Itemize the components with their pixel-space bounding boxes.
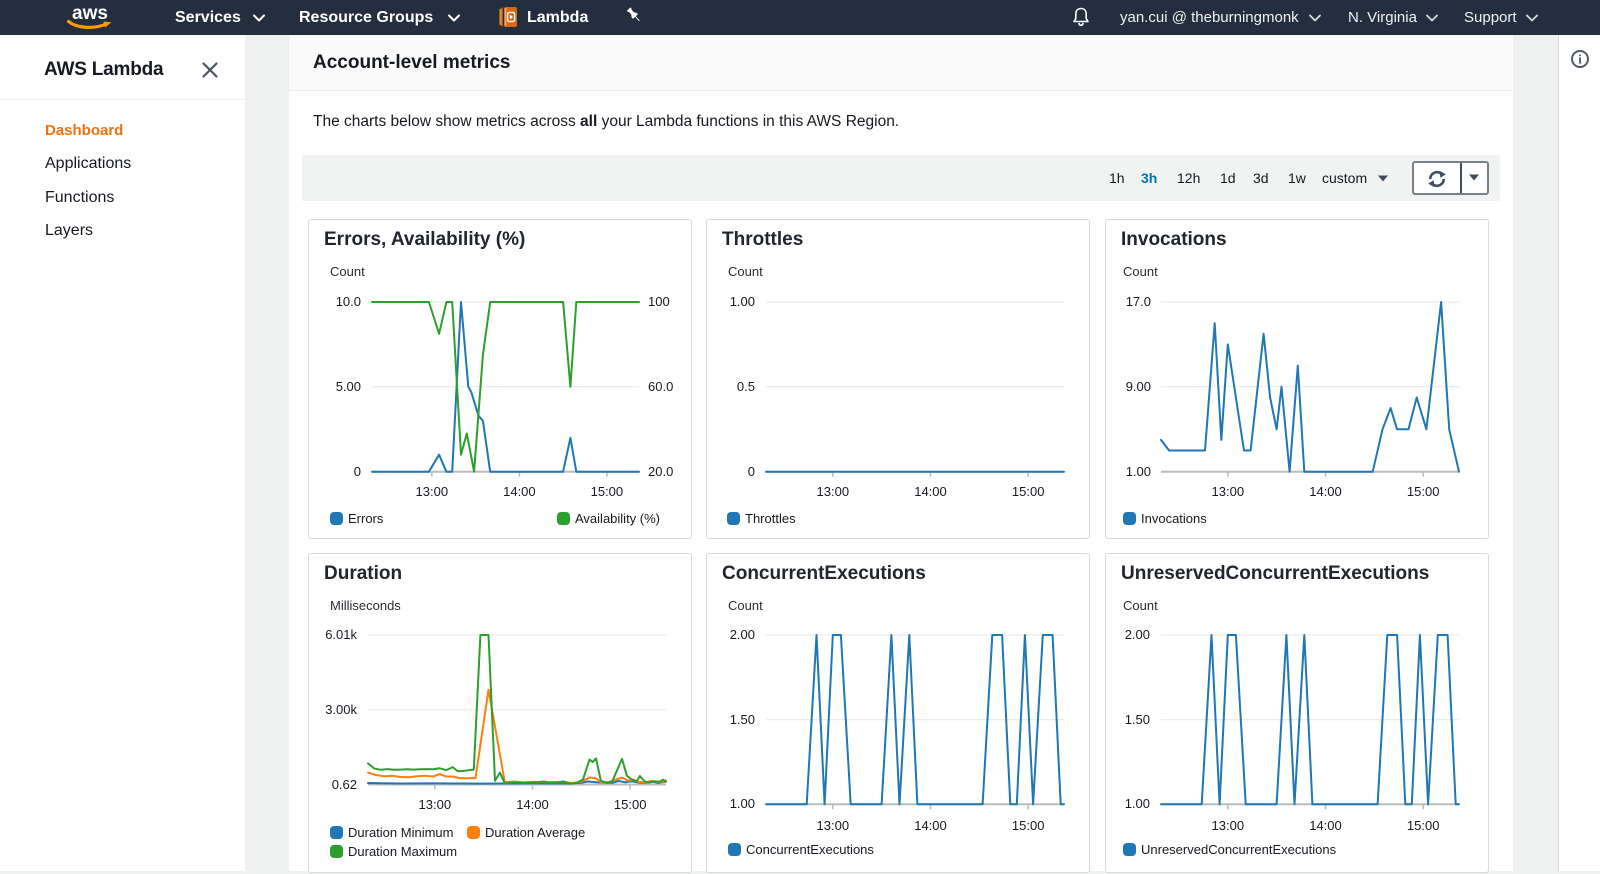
svg-text:aws: aws bbox=[72, 3, 108, 24]
svg-text:i: i bbox=[1578, 52, 1582, 67]
